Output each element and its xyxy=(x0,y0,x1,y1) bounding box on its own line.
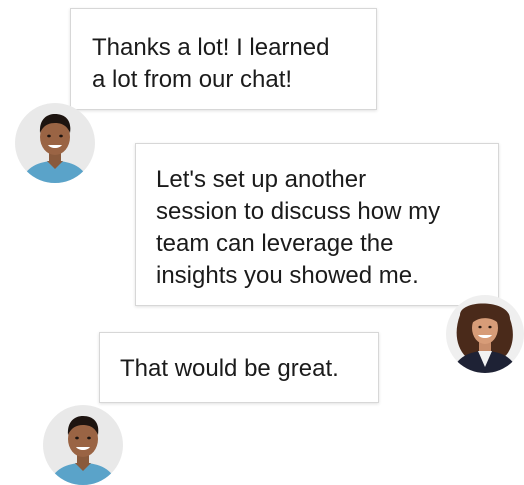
man-avatar-icon xyxy=(15,103,95,183)
woman-avatar-icon xyxy=(446,295,524,373)
message-line: Thanks a lot! I learned xyxy=(92,34,330,61)
chat-bubble-received: Thanks a lot! I learned a lot from our c… xyxy=(70,8,377,110)
message-line: That would be great. xyxy=(120,355,339,382)
chat-bubble-received: That would be great. xyxy=(99,332,379,403)
message-line: session to discuss how my xyxy=(156,198,441,225)
message-line: team can leverage the xyxy=(156,230,394,257)
message-line: insights you showed me. xyxy=(156,262,419,289)
message-line: Let's set up another xyxy=(156,166,367,193)
chat-bubble-sent: Let's set up another session to discuss … xyxy=(135,143,499,306)
message-line: a lot from our chat! xyxy=(92,66,293,93)
man-avatar-icon xyxy=(43,405,123,485)
